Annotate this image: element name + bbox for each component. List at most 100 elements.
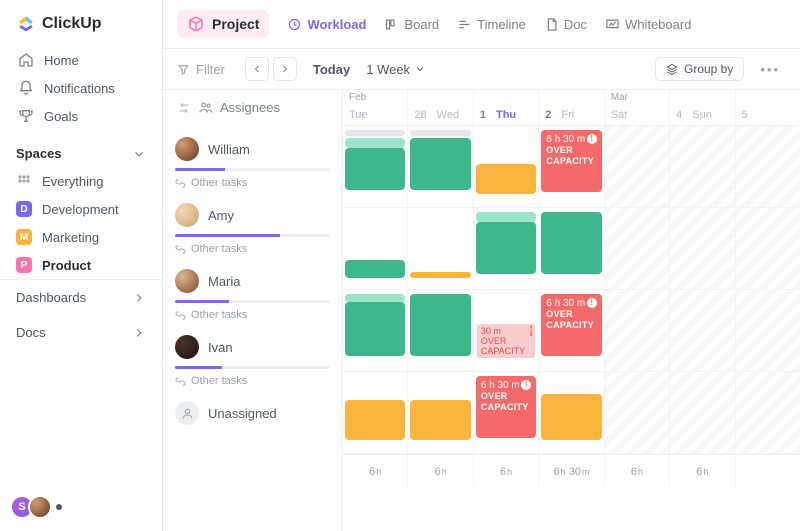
assignee-name: Unassigned (208, 406, 277, 421)
presence-avatar (28, 495, 52, 519)
unassigned-avatar-icon (175, 401, 199, 425)
total-cell: 6h (473, 455, 538, 486)
task-block[interactable] (410, 272, 470, 278)
other-tasks-toggle[interactable]: Other tasks (175, 177, 330, 189)
groupby-button[interactable]: Group by (655, 57, 744, 81)
overcapacity-block[interactable]: 6 h 30 mOVER CAPACITY! (541, 130, 601, 192)
assignees-column: Assignees William Other tasks Amy Other … (163, 90, 343, 531)
task-block[interactable] (345, 260, 405, 278)
assignee-row[interactable]: Amy Other tasks (163, 195, 342, 261)
task-block[interactable] (476, 222, 536, 274)
date-pager (245, 57, 297, 81)
doc-icon (544, 17, 559, 32)
total-cell: 6h (604, 455, 669, 486)
other-tasks-toggle[interactable]: Other tasks (175, 243, 330, 255)
assignee-row-unassigned[interactable]: Unassigned (163, 393, 342, 431)
nav-docs[interactable]: Docs (0, 315, 162, 350)
overcapacity-mini[interactable]: 30 mOVER CAPACITY! (477, 324, 535, 358)
home-icon (18, 52, 34, 68)
space-development[interactable]: D Development (0, 195, 162, 223)
task-block[interactable] (410, 138, 470, 190)
nav-notifications-label: Notifications (44, 81, 115, 96)
today-button[interactable]: Today (313, 62, 350, 77)
filter-button[interactable]: Filter (177, 62, 225, 77)
task-block[interactable] (541, 394, 601, 440)
other-tasks-toggle[interactable]: Other tasks (175, 375, 330, 387)
month-label: Mar (611, 92, 628, 103)
spaces-header[interactable]: Spaces (0, 136, 162, 167)
project-chip[interactable]: Project (177, 10, 269, 38)
nav-home-label: Home (44, 53, 79, 68)
assignee-row[interactable]: Maria Other tasks (163, 261, 342, 327)
project-label: Project (212, 16, 259, 32)
task-block[interactable] (345, 400, 405, 440)
overcapacity-block[interactable]: 6 h 30 mOVER CAPACITY! (541, 294, 601, 356)
chevron-right-icon (279, 63, 291, 75)
task-block[interactable] (410, 400, 470, 440)
capacity-bar (175, 234, 330, 237)
assignee-row[interactable]: Ivan Other tasks (163, 327, 342, 393)
next-button[interactable] (273, 57, 297, 81)
tab-workload[interactable]: Workload (287, 17, 366, 32)
prev-button[interactable] (245, 57, 269, 81)
calendar-grid: FebTue 28Wed 1Thu 2Fri MarSat 4Sun 5 6 h… (343, 90, 800, 531)
space-everything[interactable]: Everything (0, 167, 162, 195)
task-block[interactable] (476, 212, 536, 222)
tab-workload-label: Workload (307, 17, 366, 32)
overcapacity-block[interactable]: 6 h 30 mOVER CAPACITY! (476, 376, 536, 438)
task-block[interactable] (345, 138, 405, 148)
view-tabs: Project Workload Board Timeline Doc Whit… (163, 0, 800, 49)
space-product[interactable]: P Product (0, 251, 162, 279)
warning-icon: ! (530, 326, 533, 336)
task-block[interactable] (345, 294, 405, 302)
space-marketing[interactable]: M Marketing (0, 223, 162, 251)
chevron-left-icon (251, 63, 263, 75)
nav-notifications[interactable]: Notifications (8, 74, 154, 102)
month-label: Feb (349, 92, 366, 103)
warning-icon: ! (521, 380, 531, 390)
task-block[interactable] (410, 130, 470, 136)
whiteboard-icon (605, 17, 620, 32)
bell-icon (18, 80, 34, 96)
capacity-bar (175, 300, 330, 303)
other-tasks-toggle[interactable]: Other tasks (175, 309, 330, 321)
chevron-down-icon (414, 63, 426, 75)
tab-doc[interactable]: Doc (544, 17, 587, 32)
task-block[interactable] (345, 302, 405, 356)
trophy-icon (18, 108, 34, 124)
brand-name: ClickUp (42, 15, 102, 33)
range-picker[interactable]: 1 Week (366, 62, 426, 77)
tab-timeline[interactable]: Timeline (457, 17, 526, 32)
nav-goals[interactable]: Goals (8, 102, 154, 130)
task-block[interactable] (345, 130, 405, 136)
user-corner[interactable]: S (0, 483, 162, 531)
nav-home[interactable]: Home (8, 46, 154, 74)
task-block[interactable] (476, 164, 536, 194)
total-cell: 6h (343, 455, 407, 486)
workload-lane: 30 mOVER CAPACITY! 6 h 30 mOVER CAPACITY… (343, 290, 800, 372)
swap-icon (177, 101, 191, 115)
nav-dashboards[interactable]: Dashboards (0, 280, 162, 315)
groupby-label: Group by (684, 62, 733, 76)
space-development-badge: D (16, 201, 32, 217)
workload-icon (287, 17, 302, 32)
board-icon (384, 17, 399, 32)
assignee-name: William (208, 142, 250, 157)
spaces-header-label: Spaces (16, 146, 62, 161)
timeline-icon (457, 17, 472, 32)
task-block[interactable] (345, 148, 405, 190)
task-block[interactable] (541, 212, 601, 274)
assignee-row[interactable]: William Other tasks (163, 129, 342, 195)
space-product-badge: P (16, 257, 32, 273)
space-product-label: Product (42, 258, 91, 273)
assignees-header[interactable]: Assignees (163, 90, 342, 129)
tab-whiteboard[interactable]: Whiteboard (605, 17, 691, 32)
tab-board[interactable]: Board (384, 17, 439, 32)
workload-lane: 6 h 30 mOVER CAPACITY! (343, 126, 800, 208)
more-menu-button[interactable]: ••• (754, 62, 786, 77)
space-development-label: Development (42, 202, 119, 217)
capacity-bar (175, 366, 330, 369)
brand-row: ClickUp (0, 0, 162, 44)
toolbar: Filter Today 1 Week Group by ••• (163, 49, 800, 90)
task-block[interactable] (410, 294, 470, 356)
